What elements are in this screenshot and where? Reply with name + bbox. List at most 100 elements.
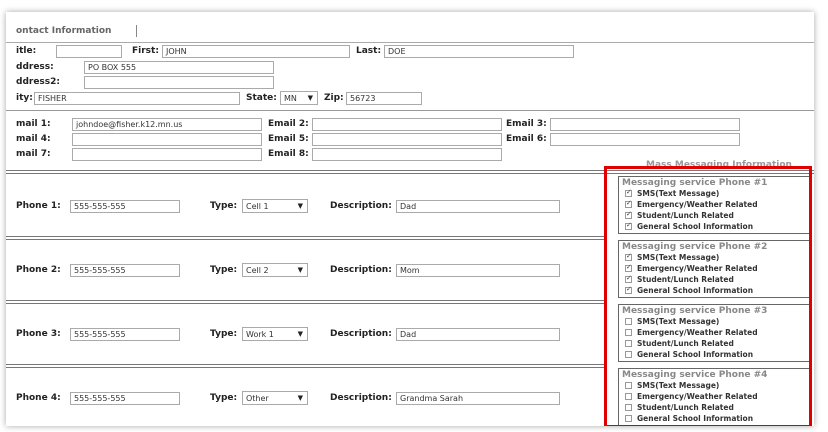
phone3-description-field[interactable]: Dad <box>396 328 560 341</box>
email2-label: Email 2: <box>268 119 309 129</box>
checkbox-checked-icon[interactable] <box>625 210 632 219</box>
checkbox-row[interactable]: Emergency/Weather Related <box>619 199 811 210</box>
checkbox-unchecked-icon[interactable] <box>625 415 632 422</box>
address2-label: ddress2: <box>16 77 61 87</box>
checkbox-row[interactable]: Emergency/Weather Related <box>619 263 811 274</box>
phone3-field[interactable]: 555-555-555 <box>70 328 180 341</box>
checkbox-row[interactable]: General School Information <box>619 221 811 232</box>
checkbox-unchecked-icon[interactable] <box>625 351 632 358</box>
chevron-down-icon: ▼ <box>307 94 313 102</box>
chevron-down-icon: ▼ <box>297 266 303 274</box>
checkbox-row[interactable]: Student/Lunch Related <box>619 274 811 285</box>
checkbox-checked-icon[interactable] <box>625 221 632 230</box>
checkbox-label: Student/Lunch Related <box>637 403 734 412</box>
email3-field[interactable] <box>550 118 740 131</box>
checkbox-row[interactable]: General School Information <box>619 285 811 296</box>
email8-field[interactable] <box>312 148 502 161</box>
phone1-description-field[interactable]: Dad <box>396 200 560 213</box>
phone4-type-label: Type: <box>210 393 238 403</box>
zip-field[interactable]: 56723 <box>346 92 422 105</box>
mass-messaging-header: Mass Messaging Information <box>646 160 792 170</box>
email6-field[interactable] <box>550 133 740 146</box>
phone4-type-select[interactable]: Other ▼ <box>242 391 308 405</box>
checkbox-row[interactable]: General School Information <box>619 349 811 360</box>
checkbox-checked-icon[interactable] <box>625 285 632 294</box>
checkbox-unchecked-icon[interactable] <box>625 340 632 347</box>
city-field[interactable]: FISHER <box>34 92 240 105</box>
title-field[interactable] <box>56 45 122 58</box>
email7-label: mail 7: <box>16 149 51 159</box>
checkbox-label: SMS(Text Message) <box>637 317 720 326</box>
email3-label: Email 3: <box>506 119 547 129</box>
checkbox-row[interactable]: SMS(Text Message) <box>619 316 811 327</box>
phone4-label: Phone 4: <box>16 393 61 403</box>
checkbox-label: Student/Lunch Related <box>637 339 734 348</box>
phone3-type-label: Type: <box>210 329 238 339</box>
email1-field[interactable]: johndoe@fisher.k12.mn.us <box>72 118 262 131</box>
checkbox-row[interactable]: SMS(Text Message) <box>619 252 811 263</box>
phone3-type-value: Work 1 <box>246 330 274 339</box>
checkbox-label: General School Information <box>637 286 754 295</box>
state-select[interactable]: MN ▼ <box>280 91 318 105</box>
checkbox-unchecked-icon[interactable] <box>625 393 632 400</box>
city-label: ity: <box>16 93 33 103</box>
checkbox-row[interactable]: Emergency/Weather Related <box>619 391 811 402</box>
email5-label: Email 5: <box>268 134 309 144</box>
messaging-box-phone4: Messaging service Phone #4 SMS(Text Messa… <box>618 368 812 426</box>
phone2-divider <box>6 300 606 304</box>
phone1-divider <box>6 236 606 240</box>
state-label: State: <box>246 93 277 103</box>
phone2-type-label: Type: <box>210 265 238 275</box>
checkbox-checked-icon[interactable] <box>625 263 632 272</box>
zip-label: Zip: <box>324 93 344 103</box>
messaging-box-phone3: Messaging service Phone #3 SMS(Text Messa… <box>618 304 812 362</box>
title-label: itle: <box>16 46 37 56</box>
phone3-type-select[interactable]: Work 1 ▼ <box>242 327 308 341</box>
checkbox-row[interactable]: Student/Lunch Related <box>619 402 811 413</box>
checkbox-row[interactable]: Student/Lunch Related <box>619 210 811 221</box>
phone2-description-field[interactable]: Mom <box>396 264 560 277</box>
section-divider <box>6 170 814 174</box>
phone2-description-label: Description: <box>330 265 392 275</box>
checkbox-unchecked-icon[interactable] <box>625 404 632 411</box>
tab-contact-information[interactable]: ontact Information <box>16 26 111 36</box>
phone4-description-field[interactable]: Grandma Sarah <box>396 392 560 405</box>
phone2-type-select[interactable]: Cell 2 ▼ <box>242 263 308 277</box>
email1-label: mail 1: <box>16 119 51 129</box>
checkbox-row[interactable]: SMS(Text Message) <box>619 380 811 391</box>
phone2-field[interactable]: 555-555-555 <box>70 264 180 277</box>
checkbox-unchecked-icon[interactable] <box>625 329 632 336</box>
phone1-type-select[interactable]: Cell 1 ▼ <box>242 199 308 213</box>
last-name-field[interactable]: DOE <box>384 45 574 58</box>
address-field[interactable]: PO BOX 555 <box>84 61 274 74</box>
phone1-field[interactable]: 555-555-555 <box>70 200 180 213</box>
phone3-divider <box>6 364 606 368</box>
first-name-label: First: <box>132 46 159 56</box>
email5-field[interactable] <box>312 133 502 146</box>
phone1-label: Phone 1: <box>16 201 61 211</box>
checkbox-checked-icon[interactable] <box>625 252 632 261</box>
checkbox-row[interactable]: General School Information <box>619 413 811 424</box>
contact-form-card: ontact Information itle: First: JOHN Las… <box>6 12 814 426</box>
chevron-down-icon: ▼ <box>297 202 303 210</box>
checkbox-row[interactable]: SMS(Text Message) <box>619 188 811 199</box>
phone1-type-label: Type: <box>210 201 238 211</box>
checkbox-checked-icon[interactable] <box>625 199 632 208</box>
email2-field[interactable] <box>312 118 502 131</box>
last-name-label: Last: <box>356 46 382 56</box>
checkbox-row[interactable]: Emergency/Weather Related <box>619 327 811 338</box>
first-name-field[interactable]: JOHN <box>162 45 350 58</box>
checkbox-label: Emergency/Weather Related <box>637 200 758 209</box>
checkbox-label: Student/Lunch Related <box>637 211 734 220</box>
checkbox-unchecked-icon[interactable] <box>625 318 632 325</box>
checkbox-checked-icon[interactable] <box>625 188 632 197</box>
email7-field[interactable] <box>72 148 262 161</box>
address2-field[interactable] <box>84 76 274 89</box>
phone4-field[interactable]: 555-555-555 <box>70 392 180 405</box>
email4-field[interactable] <box>72 133 262 146</box>
tab-divider <box>136 25 137 37</box>
checkbox-row[interactable]: Student/Lunch Related <box>619 338 811 349</box>
checkbox-unchecked-icon[interactable] <box>625 382 632 389</box>
checkbox-checked-icon[interactable] <box>625 274 632 283</box>
tab-underline <box>6 42 814 43</box>
